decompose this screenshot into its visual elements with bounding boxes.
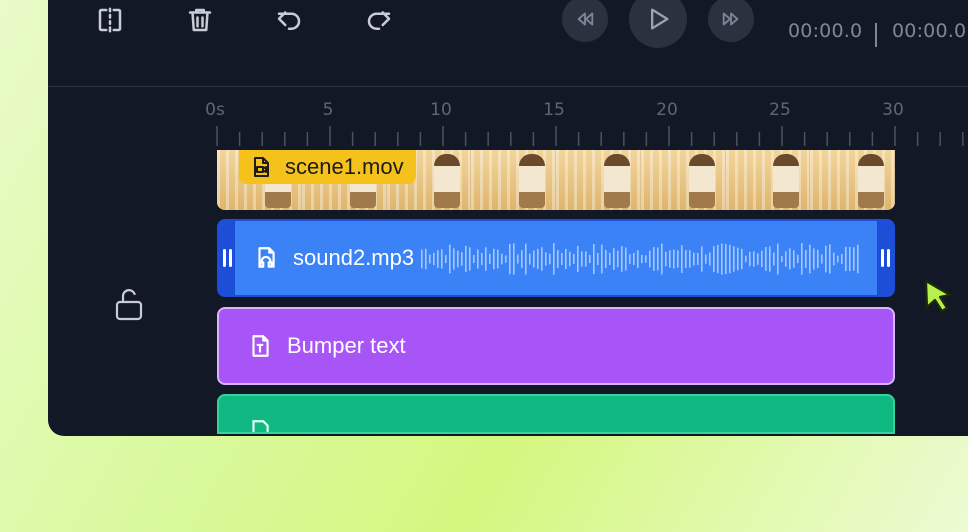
rewind-icon (577, 12, 594, 26)
undo-icon (277, 11, 301, 30)
video-thumbnail (471, 150, 556, 210)
ruler-label-20: 20 (656, 100, 678, 120)
audio-file-icon (258, 247, 275, 268)
fast-forward-icon (722, 12, 739, 26)
ruler-label-10: 10 (430, 100, 452, 120)
time-separator (875, 23, 877, 47)
toolbar-divider (48, 86, 968, 87)
audio-track-clip[interactable]: sound2.mp3 (217, 219, 895, 297)
current-time: 00:00.0 (788, 20, 863, 42)
ruler-label-25: 25 (769, 100, 791, 120)
time-ruler[interactable] (216, 126, 968, 146)
audio-waveform (421, 243, 859, 275)
fast-forward-button[interactable] (708, 0, 754, 42)
audio-trim-handle-right[interactable] (877, 221, 893, 295)
video-file-icon (254, 157, 269, 177)
ruler-label-15: 15 (543, 100, 565, 120)
split-icon (98, 7, 122, 33)
play-icon (651, 8, 669, 30)
delete-button[interactable] (178, 0, 222, 40)
redo-icon (367, 11, 391, 30)
split-button[interactable] (88, 0, 132, 40)
text-file-icon (252, 420, 269, 432)
trash-icon (188, 8, 212, 32)
unlock-icon (115, 289, 143, 321)
timeline-editor-panel: 00:00.0 00:00.0 0s 5 10 15 20 25 30 scen… (48, 0, 968, 436)
video-track-clip[interactable]: scene1.mov (217, 150, 895, 210)
text-track-clip[interactable]: Bumper text (217, 307, 895, 385)
ruler-label-0: 0s (205, 100, 225, 120)
text-file-icon (252, 335, 269, 357)
track-lock-toggle[interactable] (114, 286, 144, 322)
undo-button[interactable] (267, 0, 311, 40)
toolbar: 00:00.0 00:00.0 (48, 0, 968, 70)
redo-button[interactable] (357, 0, 401, 40)
video-clip-label: scene1.mov (239, 150, 416, 184)
extra-track-clip[interactable] (217, 394, 895, 434)
audio-clip-label: sound2.mp3 (253, 221, 414, 295)
mouse-pointer-icon (924, 279, 952, 313)
video-thumbnail (556, 150, 641, 210)
play-button[interactable] (629, 0, 687, 48)
total-time: 00:00.0 (892, 20, 967, 42)
text-clip-name: Bumper text (287, 333, 406, 358)
video-thumbnail (640, 150, 726, 210)
ruler-label-5: 5 (322, 100, 334, 120)
video-clip-name: scene1.mov (285, 154, 404, 179)
ruler-label-30: 30 (882, 100, 904, 120)
rewind-button[interactable] (562, 0, 608, 42)
video-thumbnail (810, 150, 895, 210)
audio-clip-name: sound2.mp3 (293, 245, 415, 270)
audio-trim-handle-left[interactable] (219, 221, 235, 295)
video-thumbnail (725, 150, 811, 210)
